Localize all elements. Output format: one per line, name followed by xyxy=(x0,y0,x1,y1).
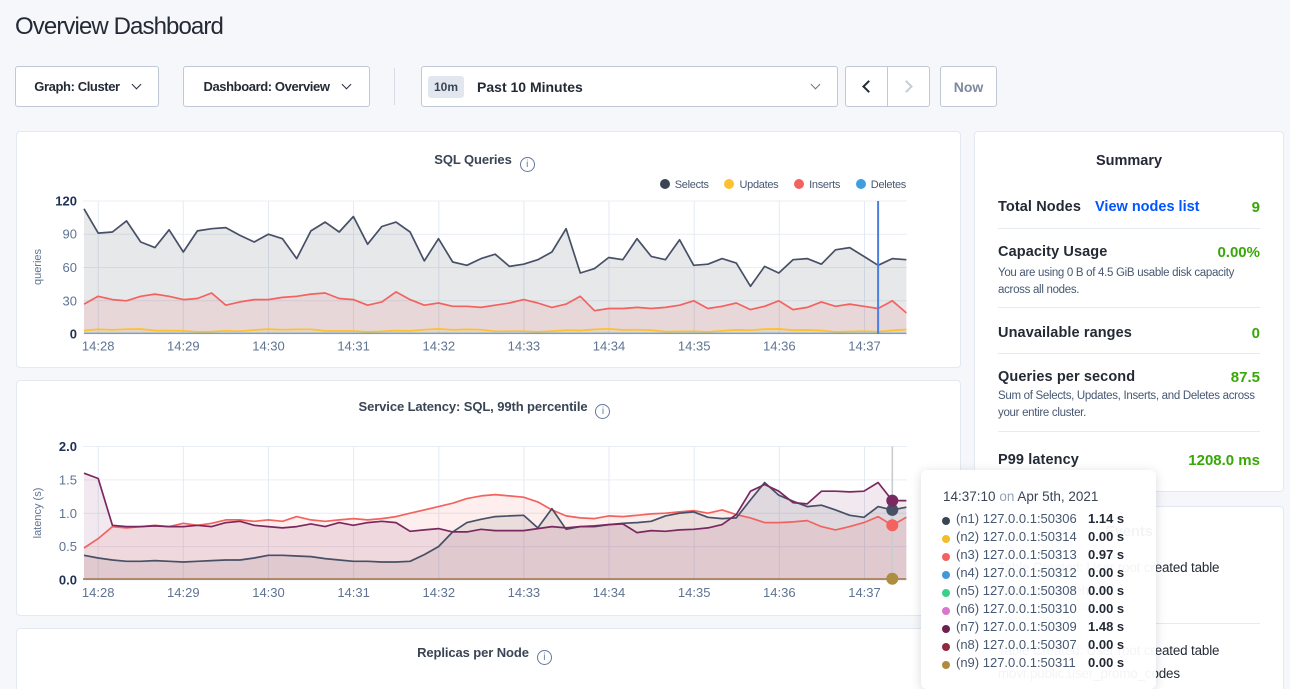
svg-text:120: 120 xyxy=(55,194,77,209)
svg-text:queries: queries xyxy=(32,248,44,285)
svg-text:14:29: 14:29 xyxy=(167,585,200,600)
svg-text:0: 0 xyxy=(70,327,77,342)
svg-text:14:35: 14:35 xyxy=(678,339,711,354)
svg-text:0.5: 0.5 xyxy=(59,539,77,554)
svg-text:14:32: 14:32 xyxy=(423,585,456,600)
svg-text:14:34: 14:34 xyxy=(593,339,626,354)
svg-text:14:28: 14:28 xyxy=(82,339,115,354)
svg-text:0.0: 0.0 xyxy=(59,573,77,588)
svg-text:1.5: 1.5 xyxy=(59,472,77,487)
svg-text:90: 90 xyxy=(63,227,77,242)
svg-text:14:36: 14:36 xyxy=(763,585,796,600)
svg-text:14:32: 14:32 xyxy=(423,339,456,354)
svg-text:1.0: 1.0 xyxy=(59,506,77,521)
svg-text:14:33: 14:33 xyxy=(508,339,541,354)
svg-text:14:33: 14:33 xyxy=(508,585,541,600)
svg-text:14:34: 14:34 xyxy=(593,585,626,600)
svg-text:14:37: 14:37 xyxy=(848,585,881,600)
svg-text:14:31: 14:31 xyxy=(337,585,370,600)
svg-text:14:35: 14:35 xyxy=(678,585,711,600)
svg-text:30: 30 xyxy=(63,293,77,308)
svg-text:14:30: 14:30 xyxy=(252,585,285,600)
svg-text:60: 60 xyxy=(63,260,77,275)
svg-text:latency (s): latency (s) xyxy=(32,488,44,539)
svg-text:14:36: 14:36 xyxy=(763,339,796,354)
svg-text:2.0: 2.0 xyxy=(59,439,77,454)
svg-text:14:37: 14:37 xyxy=(848,339,881,354)
svg-text:14:29: 14:29 xyxy=(167,339,200,354)
svg-text:14:31: 14:31 xyxy=(337,339,370,354)
svg-text:14:30: 14:30 xyxy=(252,339,285,354)
svg-text:14:28: 14:28 xyxy=(82,585,115,600)
